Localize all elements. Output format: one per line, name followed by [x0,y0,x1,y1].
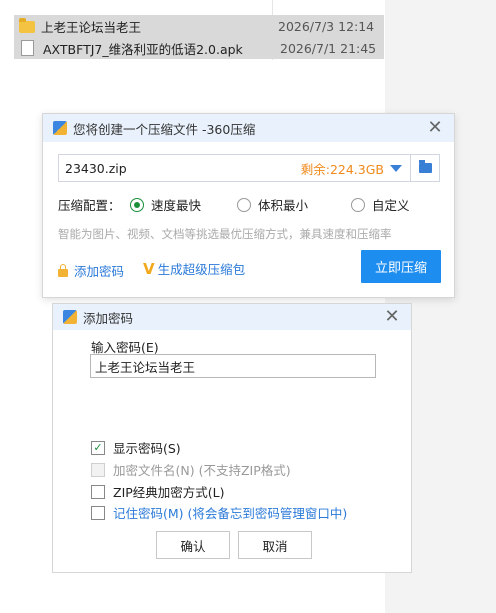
ok-button[interactable]: 确认 [156,531,230,559]
remember-password-label: 记住密码(M) (将会备忘到密码管理窗口中) [113,506,348,521]
remaining-space: 剩余:224.3GB [300,161,384,177]
checkbox-unchecked[interactable] [91,505,105,520]
add-password-link[interactable]: 添加密码 [58,261,124,280]
vip-icon: V [143,259,155,278]
close-icon[interactable]: ✕ [383,308,401,326]
app-360zip-icon [63,310,77,324]
zip-classic-label: ZIP经典加密方式(L) [113,485,225,500]
file-row-apk[interactable]: AXTBFTJ7_维洛利亚的低语2.0.apk 2026/7/1 21:45 [14,37,384,59]
browse-folder-button[interactable] [411,155,439,181]
close-icon[interactable]: ✕ [426,119,444,137]
add-password-label: 添加密码 [74,264,125,279]
remember-password-option[interactable]: 记住密码(M) (将会备忘到密码管理窗口中) [91,503,347,522]
checkbox-unchecked[interactable] [91,484,105,499]
compression-config: 压缩配置： 速度最快 体积最小 自定义 [58,195,440,213]
checkbox-disabled [91,462,105,477]
config-label: 压缩配置： [58,198,121,213]
show-password-label: 显示密码(S) [113,441,181,456]
archive-filename[interactable]: 23430.zip [59,161,301,176]
dialog-title-bar[interactable]: 添加密码 ✕ [53,304,411,330]
lock-icon [58,263,68,277]
dialog-title-bar[interactable]: 您将创建一个压缩文件 -360压缩 ✕ [43,114,454,142]
option-label: 自定义 [372,198,410,213]
zip-classic-option[interactable]: ZIP经典加密方式(L) [91,482,225,501]
folder-icon [418,160,432,173]
compression-hint: 智能为图片、视频、文档等挑选最优压缩方式，兼具速度和压缩率 [58,227,392,241]
file-name: 上老王论坛当老王 [41,19,142,35]
dialog-title: 添加密码 [83,310,134,326]
radio-selected[interactable] [130,197,144,212]
option-label: 速度最快 [151,198,202,213]
option-label: 体积最小 [258,198,309,213]
super-pack-label: 生成超级压缩包 [157,262,246,277]
compress-now-button[interactable]: 立即压缩 [361,250,441,283]
password-input[interactable] [90,354,376,378]
radio-unselected[interactable] [237,197,251,212]
checkbox-checked[interactable]: ✓ [91,440,105,455]
show-password-option[interactable]: ✓ 显示密码(S) [91,438,181,457]
file-row-folder[interactable]: 上老王论坛当老王 2026/7/3 12:14 [14,15,384,37]
super-pack-link[interactable]: V 生成超级压缩包 [143,259,245,278]
radio-unselected[interactable] [351,197,365,212]
option-custom[interactable]: 自定义 [351,195,410,214]
encrypt-filenames-option: 加密文件名(N) (不支持ZIP格式) [91,460,291,479]
encrypt-filenames-label: 加密文件名(N) (不支持ZIP格式) [113,463,291,478]
compress-dialog: 您将创建一个压缩文件 -360压缩 ✕ 23430.zip 剩余:224.3GB… [42,113,455,298]
dialog-title: 您将创建一个压缩文件 -360压缩 [73,121,256,137]
app-360zip-icon [53,121,67,135]
file-icon [21,40,34,56]
password-dialog: 添加密码 ✕ 输入密码(E) ✓ 显示密码(S) 加密文件名(N) (不支持ZI… [52,303,412,573]
option-fastest[interactable]: 速度最快 [130,195,201,214]
dropdown-arrow-icon[interactable] [390,164,402,172]
file-date: 2026/7/3 12:14 [278,18,375,34]
file-date: 2026/7/1 21:45 [280,40,377,56]
archive-name-field[interactable]: 23430.zip 剩余:224.3GB [58,154,440,182]
cancel-button[interactable]: 取消 [238,531,312,559]
file-name: AXTBFTJ7_维洛利亚的低语2.0.apk [43,41,243,57]
folder-icon [19,18,35,33]
option-smallest[interactable]: 体积最小 [237,195,308,214]
